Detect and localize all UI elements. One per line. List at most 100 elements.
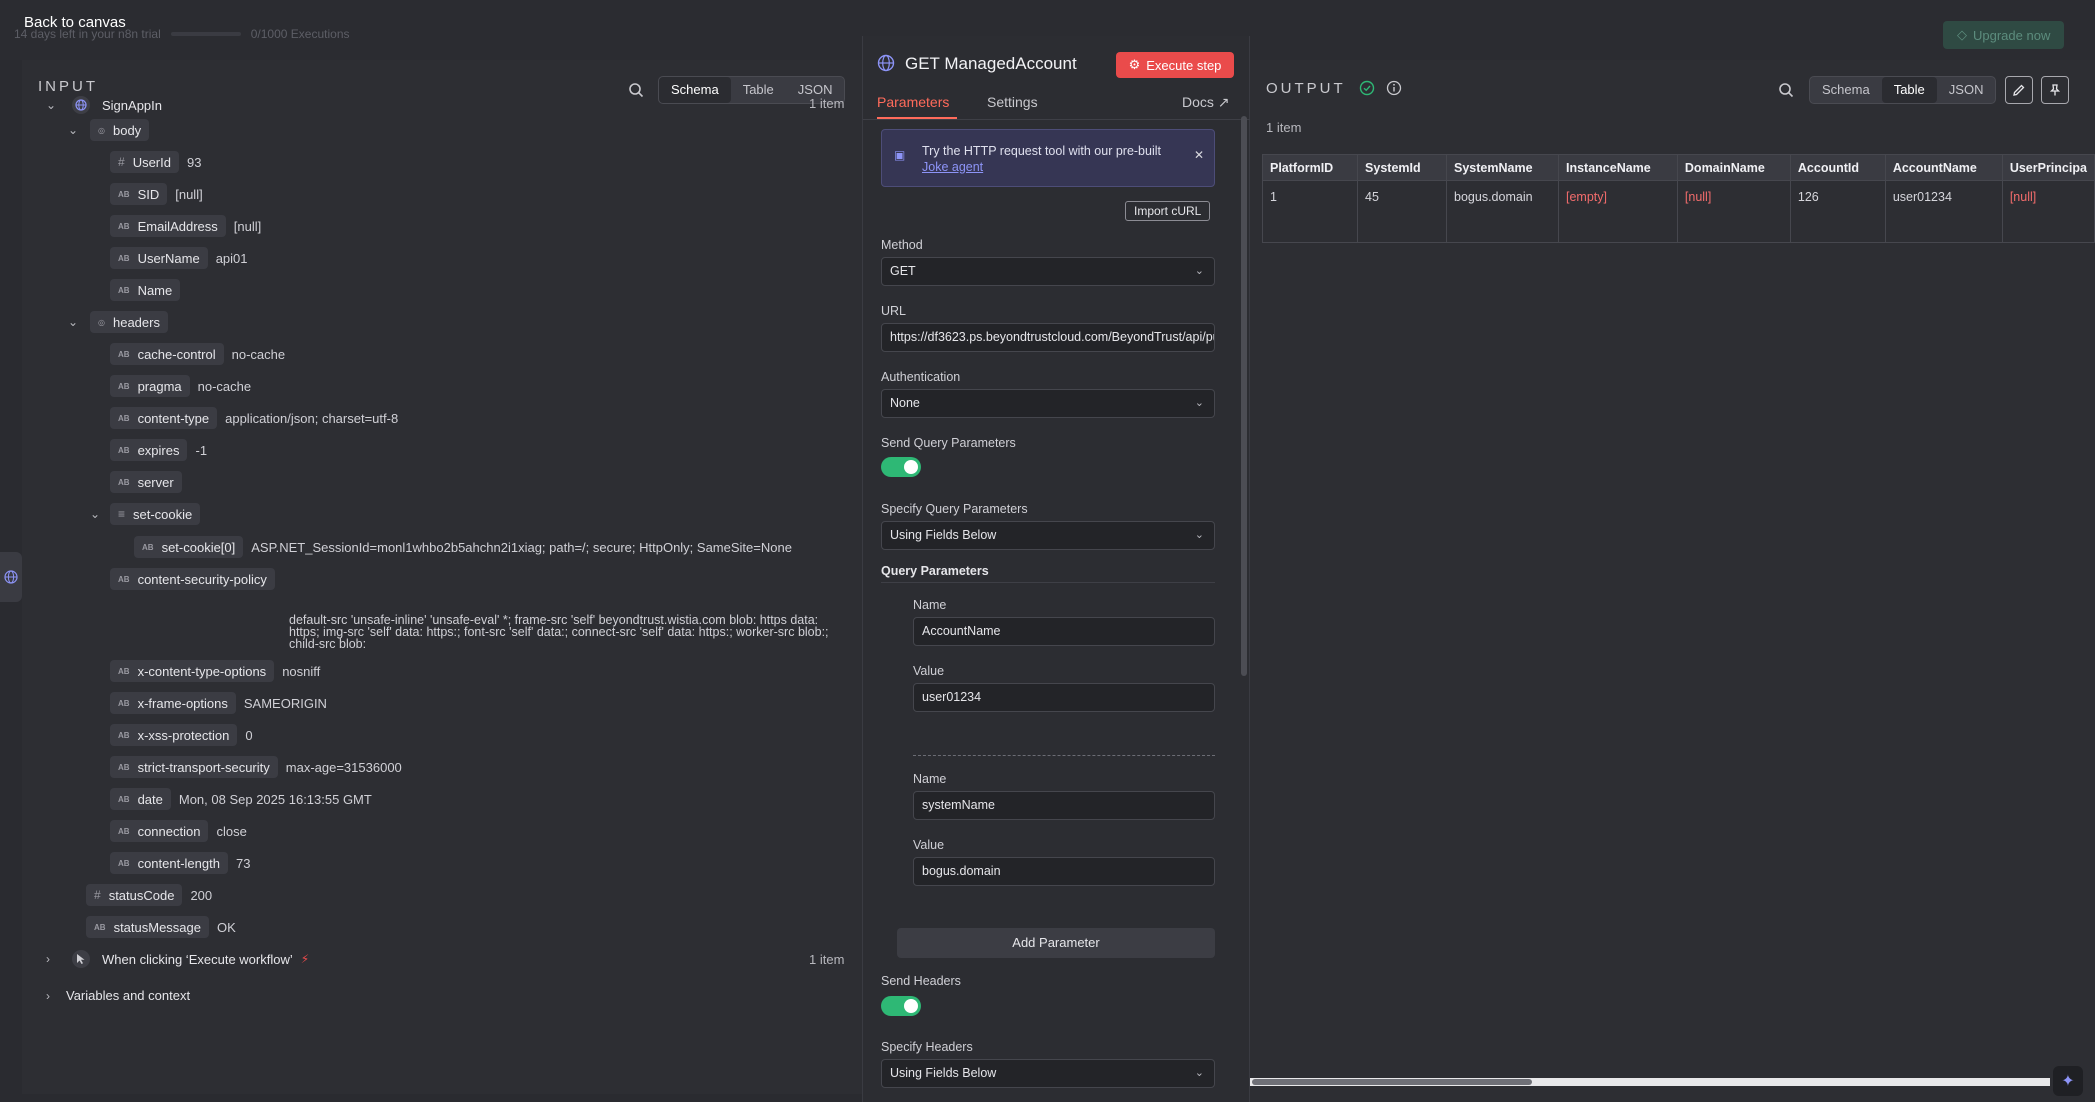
- joke-agent-link[interactable]: Joke agent: [922, 160, 983, 174]
- input-tab-table[interactable]: Table: [731, 77, 786, 103]
- table-cell[interactable]: [null]: [1676, 180, 1791, 243]
- headers-pill: ◎ headers: [90, 311, 168, 333]
- field-pill: AB Name: [110, 279, 181, 301]
- scrollbar-thumb[interactable]: [1252, 1079, 1532, 1085]
- url-input[interactable]: https://df3623.ps.beyondtrustcloud.com/B…: [881, 323, 1215, 352]
- body-node[interactable]: ⌄ ◎ body: [68, 119, 150, 141]
- chevron-down-icon[interactable]: ⌄: [46, 98, 60, 112]
- upgrade-button[interactable]: ◇ Upgrade now: [1943, 21, 2065, 49]
- search-icon[interactable]: [628, 82, 644, 98]
- search-icon[interactable]: [1778, 82, 1794, 98]
- input-title: INPUT: [38, 78, 98, 95]
- specify-headers-select[interactable]: Using Fields Below ⌄: [881, 1059, 1215, 1088]
- field-row: AB SID [null]: [110, 183, 203, 205]
- close-icon[interactable]: ✕: [1194, 148, 1204, 162]
- field-row: AB Name: [110, 279, 188, 301]
- field-key: date: [137, 791, 163, 807]
- table-cell[interactable]: bogus.domain: [1446, 180, 1559, 243]
- field-pill: AB SID: [110, 183, 168, 205]
- column-header: SystemId: [1357, 154, 1448, 181]
- string-icon: AB: [118, 285, 130, 295]
- field-pill: AB content-security-policy: [110, 568, 275, 590]
- chevron-down-icon[interactable]: ⌄: [68, 315, 82, 329]
- tree-root[interactable]: ⌄ SignAppIn: [46, 96, 162, 114]
- field-value: no-cache: [231, 346, 286, 362]
- chevron-down-icon[interactable]: ⌄: [90, 507, 104, 521]
- column-header: AccountId: [1789, 154, 1886, 181]
- external-link-icon: ↗: [1217, 94, 1230, 110]
- string-icon: AB: [118, 730, 130, 740]
- chevron-right-icon[interactable]: ›: [46, 989, 60, 1003]
- execute-step-button[interactable]: ⚙ Execute step: [1116, 52, 1234, 78]
- chevron-down-icon[interactable]: ⌄: [68, 123, 82, 137]
- field-row: AB expires -1: [110, 439, 207, 461]
- input-tab-schema[interactable]: Schema: [659, 77, 731, 103]
- number-icon: #: [118, 155, 125, 169]
- field-key: Name: [137, 282, 173, 298]
- string-icon: AB: [118, 762, 130, 772]
- horizontal-scrollbar[interactable]: [1250, 1078, 2050, 1086]
- authentication-select[interactable]: None ⌄: [881, 389, 1215, 418]
- node-title[interactable]: GET ManagedAccount: [905, 54, 1077, 74]
- output-tab-table[interactable]: Table: [1881, 77, 1937, 103]
- send-query-toggle[interactable]: [881, 457, 921, 477]
- specify-query-value: Using Fields Below: [890, 528, 997, 542]
- tab-parameters[interactable]: Parameters: [877, 94, 949, 110]
- output-tab-schema[interactable]: Schema: [1810, 77, 1882, 103]
- param2-name-input[interactable]: systemName: [913, 791, 1215, 820]
- string-icon: AB: [118, 477, 130, 487]
- bolt-icon: ⚡: [300, 952, 310, 966]
- field-row: AB UserName api01: [110, 247, 248, 269]
- pencil-icon: [2013, 84, 2025, 96]
- field-pill: AB pragma: [110, 375, 190, 397]
- field-pill: AB x-xss-protection: [110, 724, 238, 746]
- import-curl-button[interactable]: Import cURL: [1125, 201, 1211, 221]
- string-icon: AB: [118, 221, 130, 231]
- param1-value-input[interactable]: user01234: [913, 683, 1215, 712]
- headers-node[interactable]: ⌄ ◎ headers: [68, 311, 168, 333]
- chevron-down-icon: ⌄: [1194, 1067, 1204, 1079]
- column-header: InstanceName: [1557, 154, 1678, 181]
- side-node-handle[interactable]: [0, 552, 22, 602]
- add-parameter-button[interactable]: Add Parameter: [897, 928, 1215, 958]
- table-cell[interactable]: [empty]: [1557, 180, 1678, 243]
- info-icon[interactable]: [1386, 80, 1402, 96]
- list-icon: ≡: [118, 507, 126, 521]
- edit-output-button[interactable]: [2005, 76, 2033, 104]
- ai-assistant-button[interactable]: ✦: [2053, 1066, 2083, 1096]
- param2-value-input[interactable]: bogus.domain: [913, 857, 1215, 886]
- trigger-label: When clicking ‘Execute workflow’: [102, 951, 293, 967]
- table-cell[interactable]: 1: [1261, 180, 1359, 243]
- method-select[interactable]: GET ⌄: [881, 257, 1215, 286]
- table-cell[interactable]: [null]: [2001, 180, 2095, 243]
- chevron-right-icon[interactable]: ›: [46, 952, 60, 966]
- trial-text: 14 days left in your n8n trial: [14, 27, 161, 41]
- send-headers-toggle[interactable]: [881, 996, 921, 1016]
- sparkle-icon: ✦: [2061, 1073, 2075, 1090]
- variables-node[interactable]: › Variables and context: [46, 988, 190, 1003]
- docs-link[interactable]: Docs ↗: [1182, 94, 1230, 111]
- pin-output-button[interactable]: [2041, 76, 2069, 104]
- set-cookie-node[interactable]: ⌄ ≡ set-cookie: [90, 503, 201, 525]
- output-tab-json[interactable]: JSON: [1937, 77, 1996, 103]
- param1-name-input[interactable]: AccountName: [913, 617, 1215, 646]
- field-row: AB connection close: [110, 820, 247, 842]
- param-value-label: Value: [913, 664, 945, 678]
- specify-query-select[interactable]: Using Fields Below ⌄: [881, 521, 1215, 550]
- table-cell[interactable]: 126: [1789, 180, 1886, 243]
- output-view-switcher: Schema Table JSON: [1809, 76, 1997, 104]
- globe-icon: [877, 54, 895, 72]
- table-cell[interactable]: user01234: [1884, 180, 2003, 243]
- vertical-scrollbar[interactable]: [1241, 116, 1247, 676]
- field-pill: AB set-cookie[0]: [134, 536, 244, 558]
- table-cell[interactable]: 45: [1357, 180, 1448, 243]
- tab-settings[interactable]: Settings: [987, 94, 1038, 110]
- field-key: UserName: [137, 250, 200, 266]
- body-pill: ◎ body: [90, 119, 150, 141]
- url-label: URL: [881, 304, 907, 318]
- field-row: AB set-cookie[0] ASP.NET_SessionId=monl1w…: [134, 536, 792, 558]
- specify-headers-value: Using Fields Below: [890, 1066, 997, 1080]
- trigger-node[interactable]: › When clicking ‘Execute workflow’ ⚡: [46, 950, 309, 968]
- field-row: AB cache-control no-cache: [110, 343, 285, 365]
- field-row: AB statusMessage OK: [86, 916, 236, 938]
